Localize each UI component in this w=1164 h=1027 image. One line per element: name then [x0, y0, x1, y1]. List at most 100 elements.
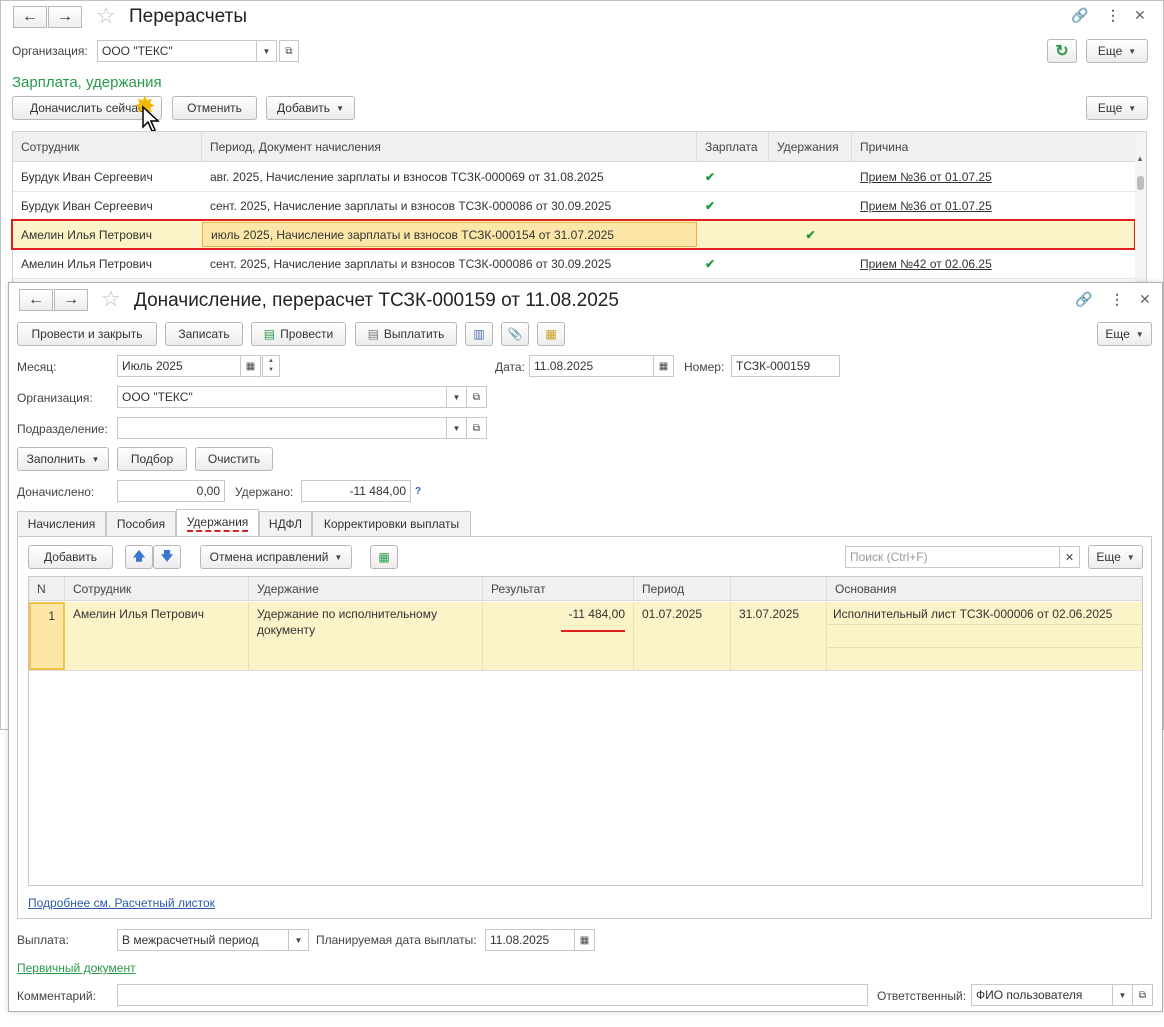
tab-deductions[interactable]: Удержания: [176, 509, 259, 536]
table-row[interactable]: Бурдук Иван Сергеевич авг. 2025, Начисле…: [13, 163, 1135, 192]
date-calendar-button[interactable]: ▦: [654, 355, 674, 377]
col-period[interactable]: Период, Документ начисления: [202, 132, 697, 161]
stepper-up-icon[interactable]: ▲: [268, 357, 274, 366]
inner-more-button[interactable]: Еще ▼: [1088, 545, 1143, 569]
month-field[interactable]: Июль 2025: [117, 355, 241, 377]
col-period[interactable]: Период: [634, 577, 731, 600]
front-more-vert-icon[interactable]: ⋮: [1110, 291, 1124, 308]
report-button[interactable]: ▥: [465, 322, 493, 346]
cancel-fixes-button[interactable]: Отмена исправлений ▼: [200, 545, 352, 569]
section-more-button[interactable]: Еще ▼: [1086, 96, 1148, 120]
link-icon[interactable]: 🔗: [1071, 7, 1088, 24]
date-field[interactable]: 11.08.2025: [529, 355, 654, 377]
responsible-dropdown-button[interactable]: ▼: [1113, 984, 1133, 1006]
org-open-button[interactable]: ⧉: [279, 40, 299, 62]
refresh-button[interactable]: ↻: [1047, 39, 1077, 63]
scroll-up-arrow-icon[interactable]: ▲: [1136, 154, 1144, 163]
salary-check-icon: ✔: [705, 170, 716, 184]
favorite-star-icon[interactable]: ☆: [96, 3, 116, 29]
col-employee[interactable]: Сотрудник: [65, 577, 249, 600]
clear-button[interactable]: Очистить: [195, 447, 273, 471]
payout-label: Выплата:: [17, 933, 69, 947]
related-docs-button[interactable]: ▦: [537, 322, 565, 346]
dept-field[interactable]: [117, 417, 447, 439]
pay-button[interactable]: ▤ Выплатить: [355, 322, 457, 346]
col-deductions[interactable]: Удержания: [769, 132, 852, 161]
help-mark[interactable]: ?: [415, 486, 421, 497]
salary-check-icon: ✔: [705, 199, 716, 213]
stepper-down-icon[interactable]: ▼: [268, 366, 274, 375]
month-stepper[interactable]: ▲ ▼: [262, 355, 280, 377]
front-close-icon[interactable]: ✕: [1139, 291, 1151, 308]
col-reason[interactable]: Причина: [852, 132, 1135, 161]
related-docs-icon: ▦: [545, 327, 557, 341]
table-row[interactable]: Бурдук Иван Сергеевич сент. 2025, Начисл…: [13, 192, 1135, 221]
number-field[interactable]: ТСЗК-000159: [731, 355, 840, 377]
attach-button[interactable]: 📎: [501, 322, 529, 346]
table-row[interactable]: Амелин Илья Петрович сент. 2025, Начисле…: [13, 250, 1135, 279]
front-link-icon[interactable]: 🔗: [1075, 291, 1092, 308]
move-up-button[interactable]: 🡅: [125, 545, 153, 569]
add-button[interactable]: Добавить ▼: [266, 96, 355, 120]
tab-benefits[interactable]: Пособия: [106, 511, 176, 536]
col-result[interactable]: Результат: [483, 577, 634, 600]
paperclip-icon: 📎: [507, 327, 523, 341]
move-down-button[interactable]: 🡇: [153, 545, 181, 569]
front-more-button[interactable]: Еще ▼: [1097, 322, 1152, 346]
month-label: Месяц:: [17, 360, 57, 374]
org-field[interactable]: ООО "ТЕКС": [97, 40, 257, 62]
front-forward-nav-button[interactable]: →: [54, 289, 88, 311]
col-employee[interactable]: Сотрудник: [13, 132, 202, 161]
comment-field[interactable]: [117, 984, 868, 1006]
front-org-open-button[interactable]: ⧉: [467, 386, 487, 408]
payout-dropdown-button[interactable]: ▼: [289, 929, 309, 951]
responsible-field[interactable]: ФИО пользователя: [971, 984, 1113, 1006]
dept-open-button[interactable]: ⧉: [467, 417, 487, 439]
more-vert-icon[interactable]: ⋮: [1106, 7, 1120, 24]
reason-link[interactable]: Прием №36 от 01.07.25: [852, 163, 1135, 191]
forward-nav-button[interactable]: →: [48, 6, 82, 28]
search-input[interactable]: Поиск (Ctrl+F): [845, 546, 1060, 568]
front-favorite-star-icon[interactable]: ☆: [101, 286, 121, 312]
front-org-dropdown-button[interactable]: ▼: [447, 386, 467, 408]
col-salary[interactable]: Зарплата: [697, 132, 769, 161]
planned-date-calendar-button[interactable]: ▦: [575, 929, 595, 951]
responsible-open-button[interactable]: ⧉: [1133, 984, 1153, 1006]
org-dropdown-button[interactable]: ▼: [257, 40, 277, 62]
reason-link[interactable]: Прием №36 от 01.07.25: [852, 192, 1135, 220]
col-n[interactable]: N: [29, 577, 65, 600]
front-org-field[interactable]: ООО "ТЕКС": [117, 386, 447, 408]
arrow-down-icon: 🡇: [160, 548, 174, 563]
front-back-nav-button[interactable]: ←: [19, 289, 53, 311]
tab-ndfl[interactable]: НДФЛ: [259, 511, 312, 536]
front-window: ← → ☆ Доначисление, перерасчет ТСЗК-0001…: [8, 282, 1163, 1012]
post-and-close-button[interactable]: Провести и закрыть: [17, 322, 157, 346]
month-calendar-button[interactable]: ▦: [241, 355, 261, 377]
back-more-button[interactable]: Еще ▼: [1086, 39, 1148, 63]
payslip-link[interactable]: Подробнее см. Расчетный листок: [28, 896, 215, 910]
save-button[interactable]: Записать: [165, 322, 243, 346]
tab-accruals[interactable]: Начисления: [17, 511, 106, 536]
dept-dropdown-button[interactable]: ▼: [447, 417, 467, 439]
table-row[interactable]: 1 Амелин Илья Петрович Удержание по испо…: [29, 602, 1142, 671]
planned-date-field[interactable]: 11.08.2025: [485, 929, 575, 951]
back-nav-button[interactable]: ←: [13, 6, 47, 28]
close-icon[interactable]: ✕: [1134, 7, 1146, 24]
search-clear-button[interactable]: ✕: [1060, 546, 1080, 568]
payout-field[interactable]: В межрасчетный период: [117, 929, 289, 951]
col-deduction[interactable]: Удержание: [249, 577, 483, 600]
inner-add-button[interactable]: Добавить: [28, 545, 113, 569]
scrollbar-thumb[interactable]: [1137, 176, 1144, 190]
add-row-button[interactable]: ▦: [370, 545, 398, 569]
result-red-underline: [561, 630, 625, 632]
responsible-label: Ответственный:: [877, 989, 967, 1003]
col-period-end[interactable]: [731, 577, 827, 600]
tab-payout-corrections[interactable]: Корректировки выплаты: [312, 511, 471, 536]
primary-document-link[interactable]: Первичный документ: [17, 961, 136, 975]
fill-button[interactable]: Заполнить ▼: [17, 447, 109, 471]
post-button[interactable]: ▤ Провести: [251, 322, 346, 346]
reason-link[interactable]: Прием №42 от 02.06.25: [852, 250, 1135, 278]
cancel-button[interactable]: Отменить: [172, 96, 257, 120]
col-basis[interactable]: Основания: [827, 577, 1142, 600]
pick-button[interactable]: Подбор: [117, 447, 187, 471]
